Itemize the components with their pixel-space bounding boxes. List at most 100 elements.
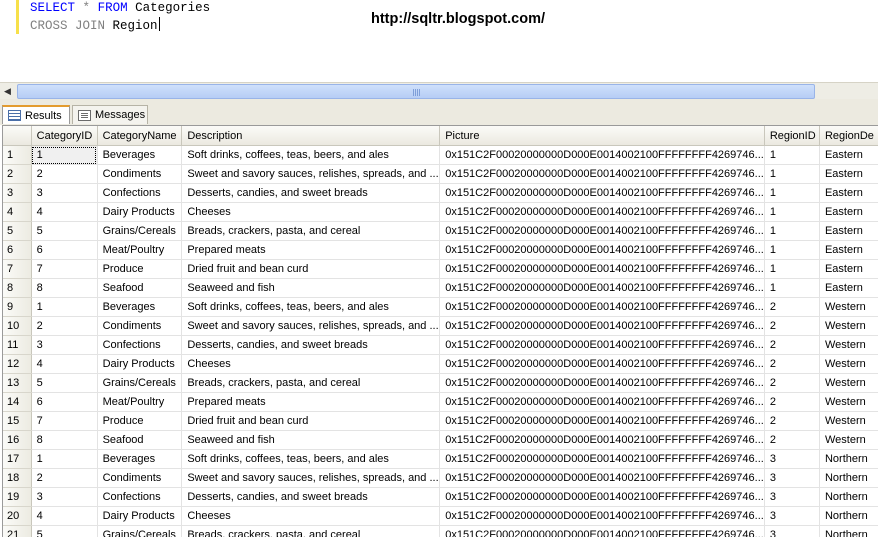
row-number[interactable]: 16 xyxy=(3,431,31,450)
grid-cell[interactable]: 2 xyxy=(31,317,97,336)
grid-cell[interactable]: Sweet and savory sauces, relishes, sprea… xyxy=(182,469,440,488)
grid-cell[interactable]: 0x151C2F00020000000D000E0014002100FFFFFF… xyxy=(440,374,765,393)
grid-cell[interactable]: 0x151C2F00020000000D000E0014002100FFFFFF… xyxy=(440,507,765,526)
table-row[interactable]: 88SeafoodSeaweed and fish0x151C2F0002000… xyxy=(3,279,878,298)
grid-cell[interactable]: Eastern xyxy=(819,184,878,203)
grid-cell[interactable]: Western xyxy=(819,355,878,374)
sql-code[interactable]: SELECT * FROM Categories CROSS JOIN Regi… xyxy=(30,0,210,35)
grid-cell[interactable]: 0x151C2F00020000000D000E0014002100FFFFFF… xyxy=(440,412,765,431)
grid-cell[interactable]: Western xyxy=(819,393,878,412)
grid-cell[interactable]: 4 xyxy=(31,203,97,222)
row-number[interactable]: 4 xyxy=(3,203,31,222)
grid-cell[interactable]: 5 xyxy=(31,374,97,393)
grid-cell[interactable]: Dried fruit and bean curd xyxy=(182,260,440,279)
table-row[interactable]: 193ConfectionsDesserts, candies, and swe… xyxy=(3,488,878,507)
grid-cell[interactable]: Prepared meats xyxy=(182,393,440,412)
row-number[interactable]: 2 xyxy=(3,165,31,184)
grid-cell[interactable]: Condiments xyxy=(97,317,182,336)
grid-cell[interactable]: 3 xyxy=(764,507,819,526)
grid-cell[interactable]: Eastern xyxy=(819,146,878,165)
table-row[interactable]: 22CondimentsSweet and savory sauces, rel… xyxy=(3,165,878,184)
grid-cell[interactable]: 2 xyxy=(764,412,819,431)
grid-cell[interactable]: Western xyxy=(819,317,878,336)
grid-cell[interactable]: 1 xyxy=(764,146,819,165)
grid-cell[interactable]: Condiments xyxy=(97,165,182,184)
table-row[interactable]: 146Meat/PoultryPrepared meats0x151C2F000… xyxy=(3,393,878,412)
row-number[interactable]: 15 xyxy=(3,412,31,431)
grid-cell[interactable]: Dairy Products xyxy=(97,507,182,526)
table-row[interactable]: 113ConfectionsDesserts, candies, and swe… xyxy=(3,336,878,355)
row-number[interactable]: 20 xyxy=(3,507,31,526)
table-row[interactable]: 33ConfectionsDesserts, candies, and swee… xyxy=(3,184,878,203)
column-header[interactable]: Description xyxy=(182,126,440,146)
row-number[interactable]: 18 xyxy=(3,469,31,488)
grid-cell[interactable]: Breads, crackers, pasta, and cereal xyxy=(182,374,440,393)
grid-cell[interactable]: 0x151C2F00020000000D000E0014002100FFFFFF… xyxy=(440,203,765,222)
grid-cell[interactable]: Seafood xyxy=(97,431,182,450)
grid-cell[interactable]: Soft drinks, coffees, teas, beers, and a… xyxy=(182,450,440,469)
column-header[interactable]: RegionDe xyxy=(819,126,878,146)
grid-cell[interactable]: Cheeses xyxy=(182,355,440,374)
grid-cell[interactable]: Dairy Products xyxy=(97,355,182,374)
grid-cell[interactable]: 4 xyxy=(31,355,97,374)
column-header[interactable]: RegionID xyxy=(764,126,819,146)
grid-cell[interactable]: 7 xyxy=(31,260,97,279)
grid-cell[interactable]: 3 xyxy=(31,184,97,203)
grid-cell[interactable]: Desserts, candies, and sweet breads xyxy=(182,488,440,507)
grid-cell[interactable]: 0x151C2F00020000000D000E0014002100FFFFFF… xyxy=(440,469,765,488)
grid-cell[interactable]: Eastern xyxy=(819,203,878,222)
grid-cell[interactable]: 2 xyxy=(764,317,819,336)
row-number[interactable]: 12 xyxy=(3,355,31,374)
table-row[interactable]: 66Meat/PoultryPrepared meats0x151C2F0002… xyxy=(3,241,878,260)
table-row[interactable]: 55Grains/CerealsBreads, crackers, pasta,… xyxy=(3,222,878,241)
grid-cell[interactable]: 2 xyxy=(764,336,819,355)
table-row[interactable]: 182CondimentsSweet and savory sauces, re… xyxy=(3,469,878,488)
grid-cell[interactable]: Grains/Cereals xyxy=(97,222,182,241)
table-row[interactable]: 91BeveragesSoft drinks, coffees, teas, b… xyxy=(3,298,878,317)
grid-cell[interactable]: Beverages xyxy=(97,146,182,165)
grid-cell[interactable]: 2 xyxy=(764,298,819,317)
grid-cell[interactable]: 2 xyxy=(764,374,819,393)
grid-cell[interactable]: Condiments xyxy=(97,469,182,488)
grid-cell[interactable]: 2 xyxy=(764,355,819,374)
grid-cell[interactable]: 0x151C2F00020000000D000E0014002100FFFFFF… xyxy=(440,260,765,279)
grid-cell[interactable]: Beverages xyxy=(97,298,182,317)
grid-cell[interactable]: Western xyxy=(819,298,878,317)
grid-cell[interactable]: Confections xyxy=(97,488,182,507)
grid-cell[interactable]: 0x151C2F00020000000D000E0014002100FFFFFF… xyxy=(440,355,765,374)
grid-cell[interactable]: Western xyxy=(819,336,878,355)
grid-cell[interactable]: Confections xyxy=(97,184,182,203)
row-number[interactable]: 8 xyxy=(3,279,31,298)
row-number[interactable]: 17 xyxy=(3,450,31,469)
grid-cell[interactable]: Northern xyxy=(819,469,878,488)
row-number[interactable]: 1 xyxy=(3,146,31,165)
row-number[interactable]: 7 xyxy=(3,260,31,279)
grid-cell[interactable]: 1 xyxy=(31,450,97,469)
scrollbar-thumb[interactable] xyxy=(17,84,815,99)
grid-cell[interactable]: 2 xyxy=(31,165,97,184)
grid-cell[interactable]: 0x151C2F00020000000D000E0014002100FFFFFF… xyxy=(440,393,765,412)
grid-cell[interactable]: 1 xyxy=(764,260,819,279)
row-number[interactable]: 3 xyxy=(3,184,31,203)
grid-cell[interactable]: 5 xyxy=(31,222,97,241)
grid-cell[interactable]: 0x151C2F00020000000D000E0014002100FFFFFF… xyxy=(440,184,765,203)
grid-cell[interactable]: Cheeses xyxy=(182,507,440,526)
grid-cell[interactable]: 1 xyxy=(31,298,97,317)
grid-cell[interactable]: 0x151C2F00020000000D000E0014002100FFFFFF… xyxy=(440,222,765,241)
grid-cell[interactable]: Produce xyxy=(97,260,182,279)
grid-cell[interactable]: Sweet and savory sauces, relishes, sprea… xyxy=(182,165,440,184)
grid-cell[interactable]: Confections xyxy=(97,336,182,355)
grid-cell[interactable]: 1 xyxy=(764,279,819,298)
grid-cell[interactable]: Eastern xyxy=(819,241,878,260)
scroll-left-button[interactable]: ◀ xyxy=(0,83,15,99)
table-row[interactable]: 215Grains/CerealsBreads, crackers, pasta… xyxy=(3,526,878,537)
table-row[interactable]: 135Grains/CerealsBreads, crackers, pasta… xyxy=(3,374,878,393)
table-row[interactable]: 171BeveragesSoft drinks, coffees, teas, … xyxy=(3,450,878,469)
grid-cell[interactable]: Dairy Products xyxy=(97,203,182,222)
grid-cell[interactable]: 3 xyxy=(31,336,97,355)
grid-cell[interactable]: 3 xyxy=(31,488,97,507)
grid-cell[interactable]: Seafood xyxy=(97,279,182,298)
grid-cell[interactable]: 2 xyxy=(31,469,97,488)
grid-cell[interactable]: 0x151C2F00020000000D000E0014002100FFFFFF… xyxy=(440,298,765,317)
table-row[interactable]: 204Dairy ProductsCheeses0x151C2F00020000… xyxy=(3,507,878,526)
